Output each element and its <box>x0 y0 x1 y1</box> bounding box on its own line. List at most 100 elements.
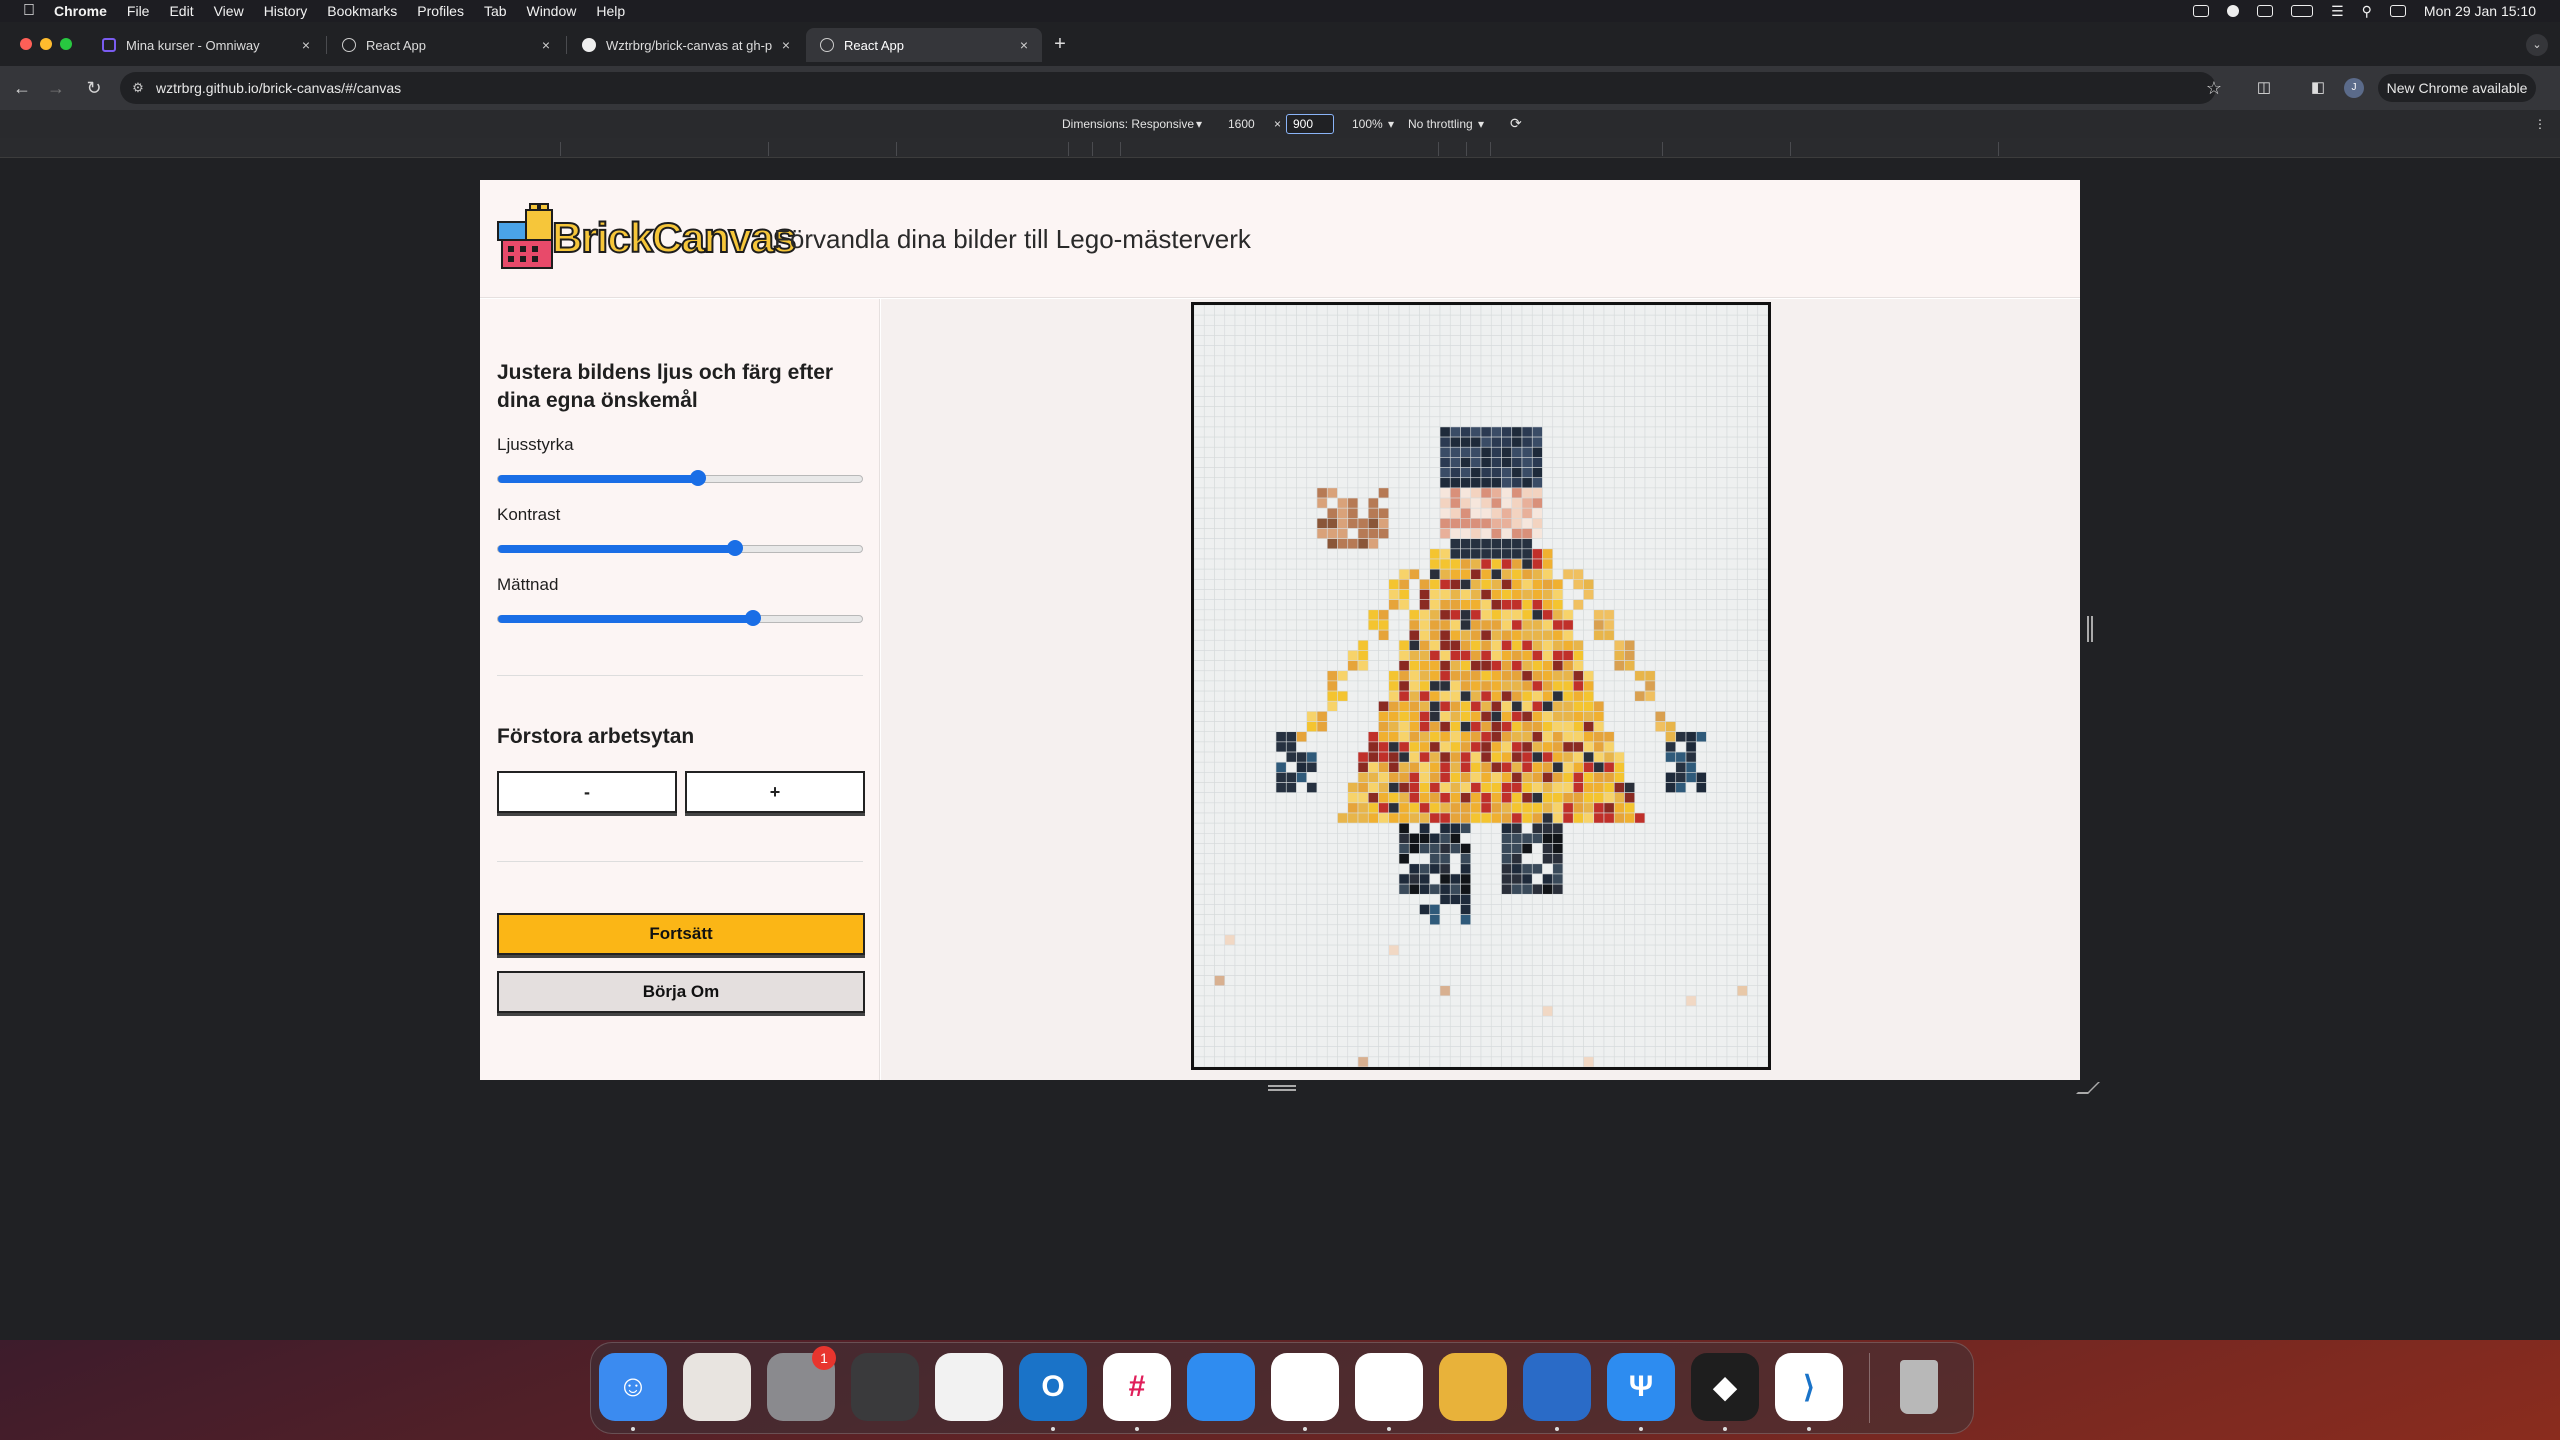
outlook-icon[interactable]: O <box>1019 1353 1087 1421</box>
chrome-icon[interactable] <box>1271 1353 1339 1421</box>
empty-cell <box>1716 822 1728 834</box>
empty-cell <box>1716 426 1728 438</box>
slider-thumb[interactable] <box>726 540 743 556</box>
menu-view[interactable]: View <box>214 3 244 19</box>
empty-cell <box>1572 995 1584 1007</box>
empty-cell <box>1398 528 1410 539</box>
slack-icon[interactable]: # <box>1103 1353 1171 1421</box>
zoom-out-button[interactable]: - <box>497 771 677 813</box>
saturation-slider[interactable] <box>497 610 863 626</box>
finder-icon[interactable]: ☺ <box>599 1353 667 1421</box>
brick-pixel <box>1419 741 1431 753</box>
continue-button[interactable]: Fortsätt <box>497 913 865 955</box>
tab-react-app-active[interactable]: React App × <box>806 28 1042 62</box>
menu-file[interactable]: File <box>127 3 150 19</box>
address-bar[interactable]: ⚙ wztrbrg.github.io/brick-canvas/#/canva… <box>120 72 2216 104</box>
width-input[interactable]: 1600 <box>1228 117 1255 131</box>
empty-cell <box>1357 741 1369 753</box>
url-text[interactable]: wztrbrg.github.io/brick-canvas/#/canvas <box>156 80 401 96</box>
rotate-icon[interactable]: ⟳ <box>1510 115 1522 132</box>
fork-icon[interactable]: Ψ <box>1607 1353 1675 1421</box>
sequel-ace-icon[interactable] <box>1439 1353 1507 1421</box>
trash-icon[interactable] <box>1885 1353 1953 1421</box>
menu-bookmarks[interactable]: Bookmarks <box>327 3 397 19</box>
vscode-icon[interactable]: ⟩ <box>1775 1353 1843 1421</box>
close-tab-icon[interactable]: × <box>296 37 316 53</box>
tab-search-button[interactable]: ⌄ <box>2526 34 2548 56</box>
brick-pixel <box>1593 772 1605 783</box>
update-chrome-button[interactable]: New Chrome available <box>2378 74 2536 102</box>
figma-icon[interactable]: ◆ <box>1691 1353 1759 1421</box>
extensions-icon[interactable]: ◫ <box>2252 76 2276 100</box>
tab-react-app-1[interactable]: React App × <box>328 28 564 62</box>
lego-mosaic-canvas[interactable] <box>1191 302 1771 1070</box>
new-tab-button[interactable]: + <box>1048 32 1072 56</box>
brick-pixel <box>1419 802 1431 814</box>
launchpad-icon[interactable] <box>683 1353 751 1421</box>
menu-history[interactable]: History <box>264 3 308 19</box>
brick-pixel <box>1347 497 1359 509</box>
more-options-icon[interactable]: ⋮ <box>2534 117 2546 131</box>
bluetooth-icon[interactable] <box>2227 5 2240 17</box>
empty-cell <box>1685 914 1697 926</box>
bookmark-star-icon[interactable]: ☆ <box>2202 76 2226 100</box>
height-input[interactable]: 900 <box>1286 114 1334 134</box>
close-window-button[interactable] <box>20 38 32 50</box>
logo-text[interactable]: BrickCanvas <box>551 213 797 262</box>
menu-app-name[interactable]: Chrome <box>54 3 107 19</box>
mongodb-icon[interactable] <box>1355 1353 1423 1421</box>
forward-icon[interactable]: → <box>44 76 68 100</box>
close-tab-icon[interactable]: × <box>1014 37 1034 53</box>
empty-cell <box>1501 375 1513 387</box>
brick-pixel <box>1490 477 1502 489</box>
close-tab-icon[interactable]: × <box>776 37 796 53</box>
tab-omniway[interactable]: Mina kurser - Omniway × <box>88 28 324 62</box>
tab-github[interactable]: Wztrbrg/brick-canvas at gh-p × <box>568 28 804 62</box>
empty-cell <box>1265 883 1277 895</box>
minimize-window-button[interactable] <box>40 38 52 50</box>
dimensions-dropdown[interactable]: Dimensions: Responsive <box>1062 117 1194 131</box>
brick-pixel <box>1357 538 1369 550</box>
restart-button[interactable]: Börja Om <box>497 971 865 1013</box>
slider-thumb[interactable] <box>690 470 707 486</box>
maximize-window-button[interactable] <box>60 38 72 50</box>
brick-pixel <box>1439 579 1451 590</box>
brick-pixel <box>1501 772 1513 783</box>
throttling-dropdown[interactable]: No throttling <box>1408 117 1473 131</box>
site-info-icon[interactable]: ⚙ <box>130 80 146 96</box>
calculator-icon[interactable] <box>851 1353 919 1421</box>
menu-profiles[interactable]: Profiles <box>417 3 464 19</box>
menu-help[interactable]: Help <box>596 3 625 19</box>
close-tab-icon[interactable]: × <box>536 37 556 53</box>
empty-cell <box>1706 609 1718 621</box>
profile-avatar[interactable]: J <box>2344 78 2364 98</box>
safari-icon[interactable] <box>1187 1353 1255 1421</box>
menu-edit[interactable]: Edit <box>169 3 193 19</box>
wifi-icon[interactable]: ☰ <box>2331 3 2344 20</box>
reload-icon[interactable]: ↻ <box>82 76 106 100</box>
back-icon[interactable]: ← <box>10 76 34 100</box>
cast-icon[interactable] <box>2193 5 2210 17</box>
textedit-icon[interactable] <box>935 1353 1003 1421</box>
shield-icon[interactable] <box>2257 5 2274 17</box>
zoom-in-button[interactable]: + <box>685 771 865 813</box>
clock[interactable]: Mon 29 Jan 15:10 <box>2424 3 2536 19</box>
media-query-ruler[interactable] <box>0 138 2560 158</box>
empty-cell <box>1388 558 1400 570</box>
slider-thumb[interactable] <box>744 610 761 626</box>
apple-icon[interactable]:  <box>20 2 38 20</box>
brightness-slider[interactable] <box>497 470 863 486</box>
control-center-icon[interactable] <box>2389 5 2406 17</box>
menu-window[interactable]: Window <box>527 3 577 19</box>
zoom-dropdown[interactable]: 100% <box>1352 117 1383 131</box>
menu-tab[interactable]: Tab <box>484 3 507 19</box>
empty-cell <box>1244 883 1256 895</box>
tableplus-icon[interactable] <box>1523 1353 1591 1421</box>
battery-icon[interactable] <box>2291 5 2314 17</box>
viewport-width-resize-handle[interactable] <box>2087 616 2093 642</box>
contrast-slider[interactable] <box>497 540 863 556</box>
search-icon[interactable]: ⚲ <box>2362 3 2372 20</box>
empty-cell <box>1706 477 1718 489</box>
viewport-height-resize-handle[interactable] <box>1268 1085 1296 1091</box>
side-panel-icon[interactable]: ◧ <box>2306 76 2330 100</box>
